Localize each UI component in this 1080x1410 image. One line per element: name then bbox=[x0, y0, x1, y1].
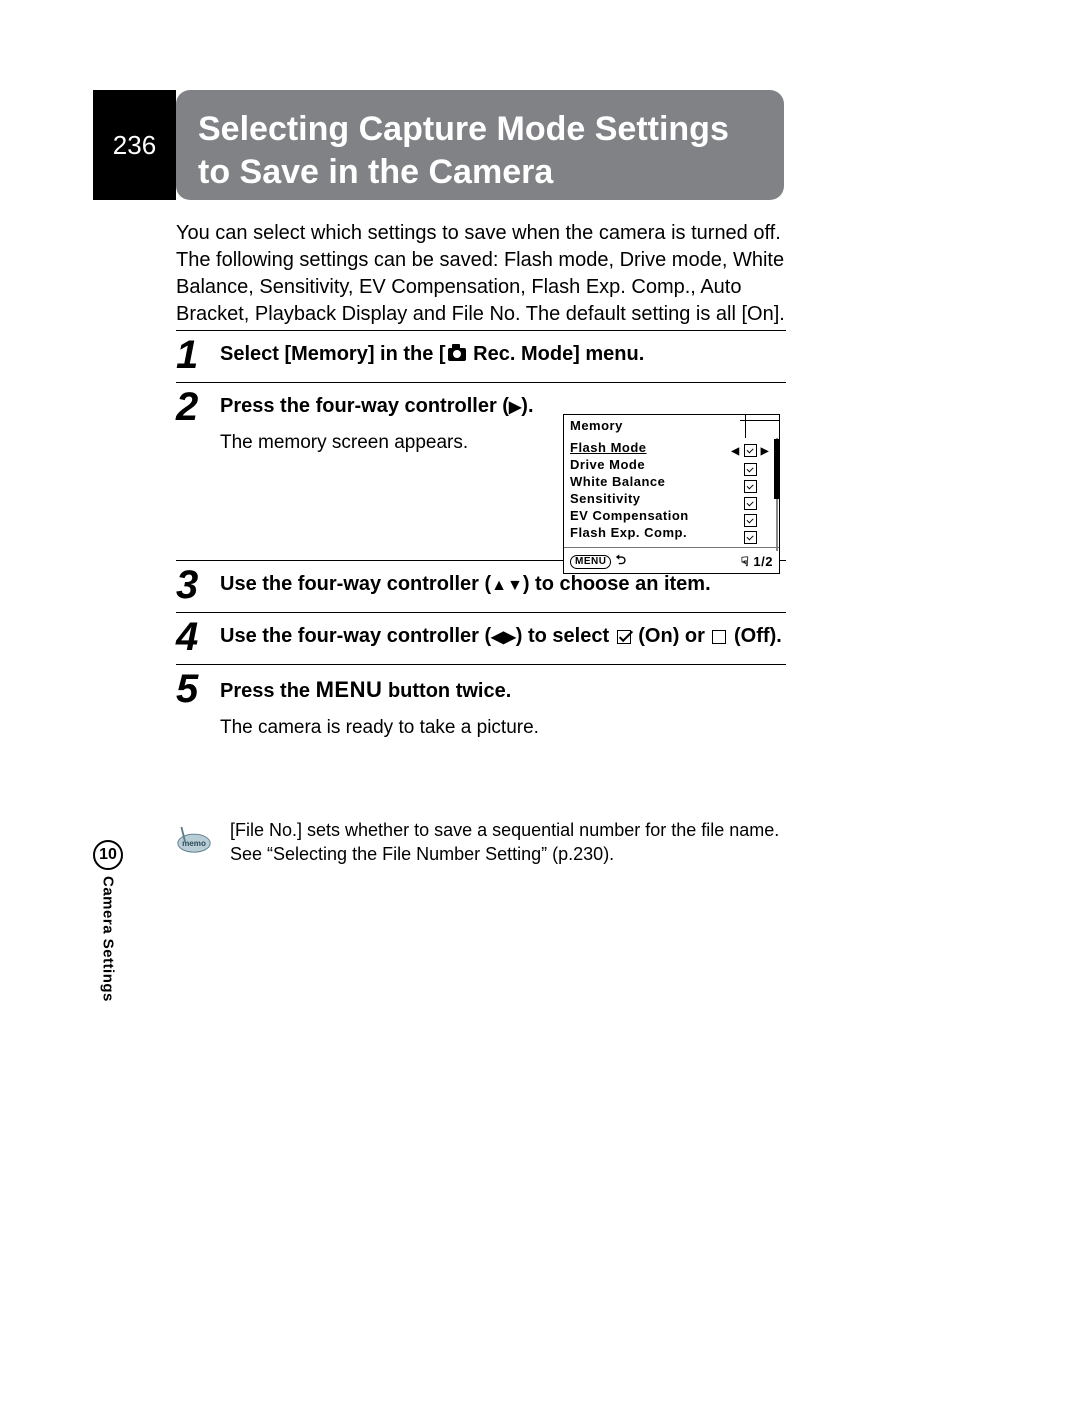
left-arrow-icon: ◀ bbox=[731, 446, 739, 457]
right-triangle-icon: ▶ bbox=[503, 629, 515, 646]
text: Press the four-way controller ( bbox=[220, 395, 509, 417]
page-indicator: 1/2 bbox=[753, 554, 773, 569]
step-number: 5 bbox=[176, 667, 198, 712]
screen-tab-edge bbox=[740, 420, 780, 421]
screen-checks: ◀ ▶ bbox=[731, 441, 769, 545]
scrollbar-thumb bbox=[774, 439, 779, 499]
chapter-label: Camera Settings bbox=[100, 876, 117, 1002]
checkbox-icon bbox=[744, 480, 757, 493]
screen-tab: Memory bbox=[563, 414, 746, 438]
screen-item: EV Compensation bbox=[570, 507, 751, 524]
text: button twice. bbox=[382, 680, 511, 702]
step-title: Press the MENU button twice. bbox=[220, 675, 786, 705]
text: Press the bbox=[220, 680, 316, 702]
checkbox-icon bbox=[744, 497, 757, 510]
menu-button-label: MENU bbox=[316, 677, 383, 702]
screen-footer: MENU ⮌ ☟ 1/2 bbox=[564, 547, 779, 573]
camera-screen-illustration: Memory Flash Mode Drive Mode White Balan… bbox=[563, 414, 780, 574]
text: Select [Memory] in the [ bbox=[220, 343, 446, 365]
checkbox-icon bbox=[744, 444, 757, 457]
screen-item: Flash Exp. Comp. bbox=[570, 524, 751, 541]
text: ) to select bbox=[516, 625, 615, 647]
page-number: 236 bbox=[93, 90, 176, 200]
text: Use the four-way controller ( bbox=[220, 625, 491, 647]
camera-icon bbox=[448, 348, 466, 361]
down-triangle-icon: ▼ bbox=[507, 577, 523, 594]
step-number: 2 bbox=[176, 385, 198, 430]
step-number: 1 bbox=[176, 333, 198, 378]
step-description: The memory screen appears. bbox=[220, 430, 560, 456]
step-5: 5 Press the MENU button twice. The camer… bbox=[176, 664, 786, 741]
step-number: 3 bbox=[176, 563, 198, 608]
screen-item: Drive Mode bbox=[570, 456, 751, 473]
memo-block: memo [File No.] sets whether to save a s… bbox=[176, 818, 786, 867]
text: Use the four-way controller ( bbox=[220, 573, 491, 595]
up-triangle-icon: ▲ bbox=[491, 577, 507, 594]
return-arrow-icon: ⮌ bbox=[616, 552, 627, 567]
menu-pill: MENU bbox=[570, 555, 611, 569]
text: ) to choose an item. bbox=[523, 573, 711, 595]
text: ). bbox=[521, 395, 533, 417]
screen-item: Flash Mode bbox=[570, 439, 751, 456]
step-number: 4 bbox=[176, 615, 198, 660]
page-title: Selecting Capture Mode Settings to Save … bbox=[176, 90, 784, 200]
memo-text: [File No.] sets whether to save a sequen… bbox=[230, 818, 786, 867]
manual-page: 236 Selecting Capture Mode Settings to S… bbox=[0, 0, 1080, 1410]
chapter-number: 10 bbox=[93, 840, 123, 870]
svg-text:memo: memo bbox=[182, 839, 206, 848]
checkbox-off-icon bbox=[712, 630, 726, 644]
intro-paragraph: You can select which settings to save wh… bbox=[176, 220, 786, 328]
screen-item: White Balance bbox=[570, 473, 751, 490]
step-title: Press the four-way controller (▶). bbox=[220, 393, 560, 420]
step-title: Use the four-way controller (▲▼) to choo… bbox=[220, 571, 786, 598]
memo-icon: memo bbox=[176, 818, 212, 854]
footer-right: ☟ 1/2 bbox=[741, 554, 773, 570]
text: Rec. Mode] menu. bbox=[468, 343, 645, 365]
screen-item: Sensitivity bbox=[570, 490, 751, 507]
step-title: Use the four-way controller (◀▶) to sele… bbox=[220, 623, 786, 650]
checkbox-icon bbox=[744, 514, 757, 527]
text: (On) or bbox=[633, 625, 711, 647]
hand-icon: ☟ bbox=[741, 554, 749, 569]
right-triangle-icon: ▶ bbox=[509, 399, 521, 416]
checkbox-icon bbox=[744, 531, 757, 544]
left-triangle-icon: ◀ bbox=[491, 629, 503, 646]
screen-items: Flash Mode Drive Mode White Balance Sens… bbox=[570, 439, 751, 541]
footer-left: MENU ⮌ bbox=[570, 551, 627, 573]
text: (Off). bbox=[728, 625, 781, 647]
step-1: 1 Select [Memory] in the [ Rec. Mode] me… bbox=[176, 330, 786, 368]
step-title: Select [Memory] in the [ Rec. Mode] menu… bbox=[220, 341, 786, 368]
side-tab: 10 Camera Settings bbox=[93, 840, 123, 1002]
right-arrow-icon: ▶ bbox=[761, 446, 769, 457]
step-description: The camera is ready to take a picture. bbox=[220, 715, 786, 741]
checkbox-on-icon bbox=[617, 630, 631, 644]
checkbox-icon bbox=[744, 463, 757, 476]
step-4: 4 Use the four-way controller (◀▶) to se… bbox=[176, 612, 786, 650]
